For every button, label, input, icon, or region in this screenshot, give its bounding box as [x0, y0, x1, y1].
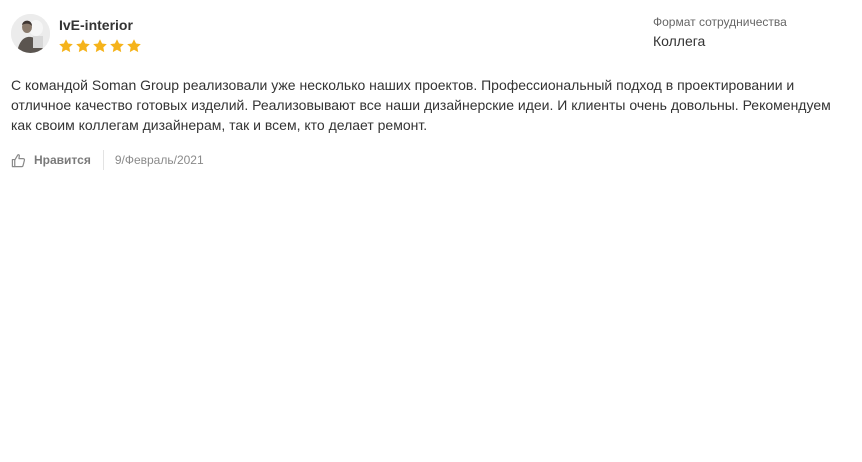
star-icon	[93, 39, 107, 53]
avatar-image	[11, 14, 50, 53]
like-button[interactable]: Нравится	[11, 153, 103, 168]
divider	[102, 150, 104, 170]
cooperation-format-value: Коллега	[653, 33, 706, 49]
review-text: С командой Soman Group реализовали уже н…	[11, 77, 831, 133]
star-icon	[59, 39, 73, 53]
star-icon	[76, 39, 90, 53]
star-icon	[110, 39, 124, 53]
thumbs-up-icon	[11, 153, 26, 167]
star-icon	[127, 39, 141, 53]
review-card: IvE-interior Формат сотрудничества Колле…	[0, 0, 862, 462]
review-date: 9/Февраль/2021	[114, 153, 204, 167]
review-footer: Нравится 9/Февраль/2021	[11, 150, 204, 170]
like-label: Нравится	[34, 153, 91, 167]
author-name: IvE-interior	[59, 17, 133, 33]
rating-stars	[58, 38, 142, 54]
cooperation-format-label: Формат сотрудничества	[653, 15, 787, 29]
avatar	[11, 14, 50, 53]
